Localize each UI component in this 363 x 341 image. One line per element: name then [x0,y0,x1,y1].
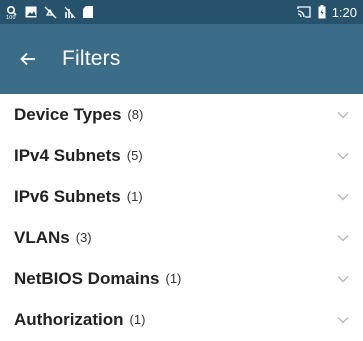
filter-label: IPv6 Subnets [14,186,121,206]
chevron-down-icon [337,316,349,324]
svg-text:100: 100 [6,15,16,19]
chevron-down-icon [337,193,349,201]
cast-icon [296,5,312,19]
filter-row-ipv4-subnets[interactable]: IPv4 Subnets (5) [0,135,363,176]
arrow-left-icon [20,52,35,66]
filter-count: (8) [127,107,144,122]
signal-off-icon [64,5,76,19]
filter-count: (3) [75,230,92,245]
app-bar: Filters [0,24,363,94]
filter-label: VLANs [14,227,70,247]
filter-row-netbios-domains[interactable]: NetBIOS Domains (1) [0,258,363,299]
filter-label: NetBIOS Domains [14,268,160,288]
mute-icon [44,5,57,19]
back-button[interactable] [0,24,56,94]
filter-row-authorization[interactable]: Authorization (1) [0,299,363,340]
chevron-down-icon [337,152,349,160]
filter-row-vlans[interactable]: VLANs (3) [0,217,363,258]
notification-icon: 100 [6,5,18,19]
status-time: 1:20 [331,4,357,20]
filter-list: Device Types (8) IPv4 Subnets (5) IPv6 S… [0,94,363,340]
status-bar: 100 1:20 [0,0,363,24]
status-right: 1:20 [296,5,357,20]
battery-icon [318,5,326,19]
sd-card-icon [83,5,93,19]
status-left-icons: 100 [6,0,93,24]
filter-row-device-types[interactable]: Device Types (8) [0,94,363,135]
filter-count: (1) [126,189,143,204]
chevron-down-icon [337,275,349,283]
chevron-down-icon [337,111,349,119]
filter-count: (1) [165,271,182,286]
page-title: Filters [62,47,121,70]
filter-label: Authorization [14,309,124,329]
chevron-down-icon [337,234,349,242]
filter-count: (5) [126,148,143,163]
filter-count: (1) [129,312,146,327]
filter-label: Device Types [14,104,122,124]
filter-row-ipv6-subnets[interactable]: IPv6 Subnets (1) [0,176,363,217]
filter-label: IPv4 Subnets [14,145,121,165]
image-icon [25,5,37,19]
